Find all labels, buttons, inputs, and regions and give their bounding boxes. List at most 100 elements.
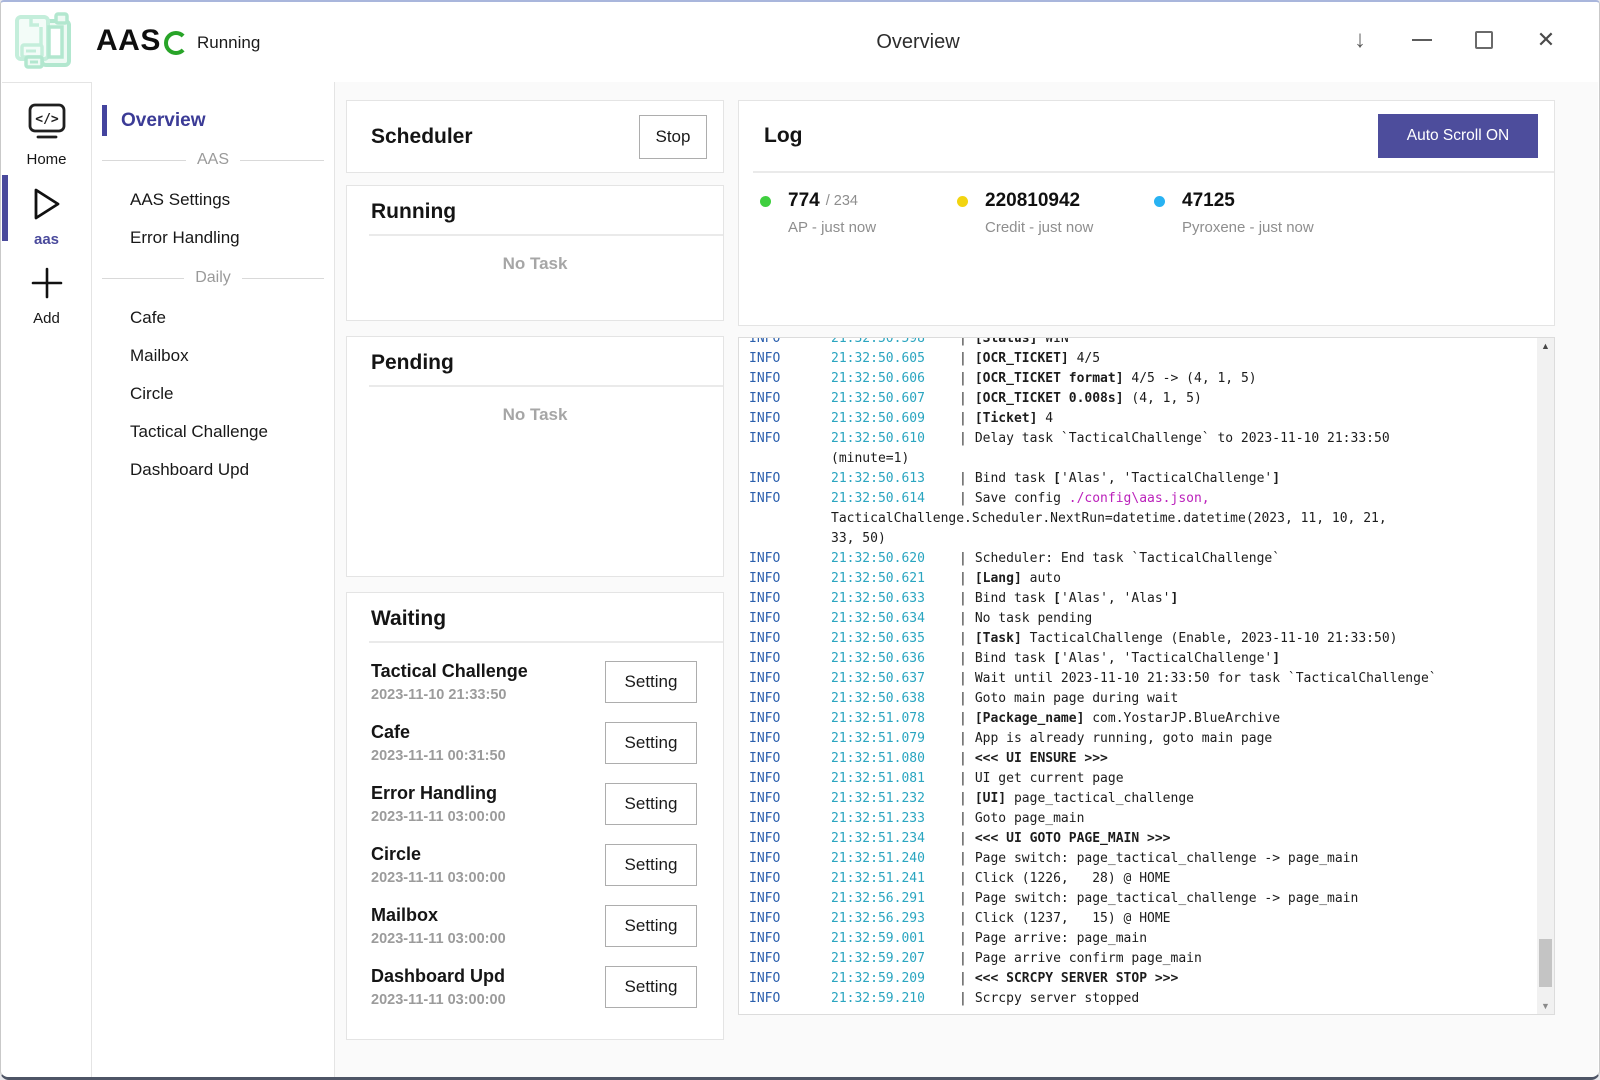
log-message: [Status] WIN [975,337,1069,349]
task-setting-button[interactable]: Setting [605,966,697,1008]
nav-item-dashboard-upd[interactable]: Dashboard Upd [92,451,334,489]
log-scrollbar[interactable]: ▲ ▼ [1537,338,1554,1014]
log-output-area: INFO21:32:50.598|[Status] WININFO21:32:5… [738,337,1555,1015]
task-setting-button[interactable]: Setting [605,905,697,947]
log-level: INFO [749,769,831,789]
log-separator: | [959,969,967,989]
log-line: INFO21:32:51.234|<<< UI GOTO PAGE_MAIN >… [749,829,1528,849]
rail-item-aas[interactable]: aas [2,185,91,248]
log-message: [Task] TacticalChallenge (Enable, 2023-1… [975,629,1398,649]
log-separator: | [959,889,967,909]
rail-item-home[interactable]: </> Home [2,101,91,168]
log-separator: | [959,709,967,729]
nav-item-tactical-challenge[interactable]: Tactical Challenge [92,413,334,451]
log-timestamp: 21:32:51.079 [831,729,959,749]
log-message: Bind task ['Alas', 'TacticalChallenge'] [975,469,1280,489]
log-line: INFO21:32:59.207|Page arrive confirm pag… [749,949,1528,969]
log-timestamp: 21:32:51.240 [831,849,959,869]
divider-line [102,160,186,161]
task-next-run-time: 2023-11-11 03:00:00 [371,870,605,886]
log-line: INFO21:32:50.610|Delay task `TacticalCha… [749,429,1528,449]
log-line: INFO21:32:50.605|[OCR_TICKET] 4/5 [749,349,1528,369]
waiting-task-row: Dashboard Upd2023-11-11 03:00:00Setting [347,956,723,1017]
download-arrow-icon[interactable]: ↓ [1347,27,1373,53]
nav-item-circle[interactable]: Circle [92,375,334,413]
task-next-run-time: 2023-11-11 03:00:00 [371,992,605,1008]
log-level: INFO [749,869,831,889]
task-setting-button[interactable]: Setting [605,661,697,703]
rail-item-add[interactable]: Add [2,264,91,327]
scrollbar-thumb[interactable] [1539,939,1552,987]
svg-text:</>: </> [35,112,59,127]
log-timestamp: 21:32:51.080 [831,749,959,769]
log-line: TacticalChallenge.Scheduler.NextRun=date… [749,509,1528,529]
log-separator: | [959,649,967,669]
maximize-icon[interactable] [1471,27,1497,53]
nav-item-error-handling[interactable]: Error Handling [92,219,334,257]
stop-button[interactable]: Stop [639,115,707,159]
log-line: INFO21:32:51.240|Page switch: page_tacti… [749,849,1528,869]
nav-item-mailbox[interactable]: Mailbox [92,337,334,375]
nav-item-cafe[interactable]: Cafe [92,299,334,337]
log-message: Page arrive: page_main [975,929,1147,949]
nav-item-overview[interactable]: Overview [92,105,334,136]
close-icon[interactable]: ✕ [1533,27,1559,53]
scroll-down-icon[interactable]: ▼ [1537,1001,1554,1011]
nav-selected-indicator [102,105,107,136]
log-separator: | [959,809,967,829]
minimize-icon[interactable] [1409,27,1435,53]
log-level: INFO [749,409,831,429]
log-timestamp: 21:32:50.605 [831,349,959,369]
stat-credit: 220810942Credit - just now [957,190,1154,236]
log-message: Wait until 2023-11-10 21:33:50 for task … [975,669,1437,689]
nav-panel: Overview AASAAS SettingsError HandlingDa… [92,82,335,1077]
log-timestamp: 21:32:50.636 [831,649,959,669]
log-level: INFO [749,669,831,689]
task-setting-button[interactable]: Setting [605,844,697,886]
log-separator: | [959,669,967,689]
log-line: INFO21:32:50.637|Wait until 2023-11-10 2… [749,669,1528,689]
log-line: INFO21:32:51.241|Click (1226, 28) @ HOME [749,869,1528,889]
log-message: [UI] page_tactical_challenge [975,789,1194,809]
scroll-up-icon[interactable]: ▲ [1537,341,1554,351]
log-message: App is already running, goto main page [975,729,1272,749]
log-message: Scheduler: End task `TacticalChallenge` [975,549,1280,569]
log-message: Scrcpy server stopped [975,989,1139,1009]
log-level: INFO [749,969,831,989]
log-timestamp: 21:32:51.232 [831,789,959,809]
stat-value: 774 [788,190,820,212]
stat-dot-icon [760,196,771,207]
log-timestamp: 21:32:56.291 [831,889,959,909]
task-setting-button[interactable]: Setting [605,722,697,764]
divider-line [242,278,324,279]
log-line: INFO21:32:50.613|Bind task ['Alas', 'Tac… [749,469,1528,489]
task-info: Error Handling2023-11-11 03:00:00 [371,783,605,825]
auto-scroll-button[interactable]: Auto Scroll ON [1378,114,1538,158]
log-message: [OCR_TICKET 0.008s] (4, 1, 5) [975,389,1202,409]
log-timestamp: 21:32:50.613 [831,469,959,489]
log-message: No task pending [975,609,1092,629]
log-separator: | [959,849,967,869]
log-message: Click (1237, 15) @ HOME [975,909,1171,929]
stat-ap: 774/ 234AP - just now [760,190,957,236]
nav-section-divider: Daily [102,266,324,290]
log-line: INFO21:32:59.001|Page arrive: page_main [749,929,1528,949]
log-line: INFO21:32:50.598|[Status] WIN [749,337,1528,349]
log-message: Goto main page during wait [975,689,1179,709]
log-separator: | [959,489,967,509]
log-timestamp: 21:32:50.634 [831,609,959,629]
log-timestamp: 21:32:50.598 [831,337,959,349]
log-line: INFO21:32:50.633|Bind task ['Alas', 'Ala… [749,589,1528,609]
log-separator: | [959,369,967,389]
task-info: Tactical Challenge2023-11-10 21:33:50 [371,661,605,703]
log-line: INFO21:32:51.232|[UI] page_tactical_chal… [749,789,1528,809]
log-separator: | [959,689,967,709]
divider [369,234,723,236]
log-level: INFO [749,469,831,489]
nav-item-aas-settings[interactable]: AAS Settings [92,181,334,219]
log-level: INFO [749,789,831,809]
stat-label: Pyroxene - just now [1182,219,1351,236]
log-level: INFO [749,649,831,669]
log-message: Page switch: page_tactical_challenge -> … [975,849,1359,869]
task-setting-button[interactable]: Setting [605,783,697,825]
